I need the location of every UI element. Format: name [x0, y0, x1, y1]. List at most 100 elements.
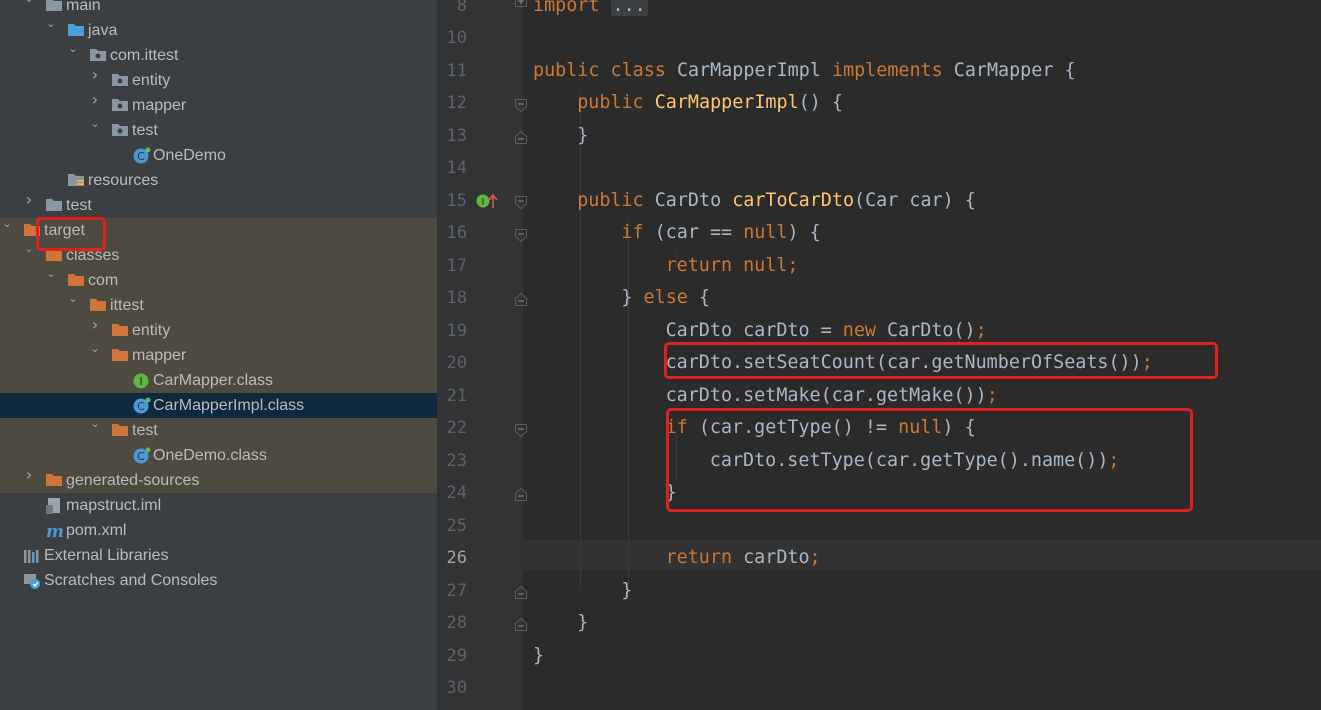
tree-item-label: test: [66, 197, 92, 214]
chevron-down-icon[interactable]: ⌄: [24, 243, 34, 255]
folder-gray-icon: [45, 197, 63, 214]
tree-item-label: pom.xml: [66, 522, 127, 539]
class-c-icon: C: [133, 397, 151, 414]
code-token: CarMapperImpl: [676, 60, 832, 81]
tree-item-entity[interactable]: › entity: [0, 67, 437, 93]
folder-orange-icon: [111, 347, 129, 364]
code-token: CarDto(): [887, 320, 976, 341]
line-number: 19: [446, 321, 467, 341]
maven-m-icon: m: [45, 522, 64, 542]
tree-item-label: External Libraries: [44, 547, 169, 564]
line-number: 26: [446, 548, 467, 568]
code-line[interactable]: import ...: [533, 0, 648, 17]
tree-item-java[interactable]: ⌄ java: [0, 18, 437, 43]
code-line[interactable]: } else {: [621, 287, 710, 309]
resources-icon: [67, 172, 85, 189]
chevron-down-icon[interactable]: ⌄: [68, 43, 78, 55]
chevron-right-icon[interactable]: ›: [90, 67, 100, 83]
code-token: public: [577, 92, 655, 113]
tree-item-resources[interactable]: resources: [0, 168, 437, 193]
implements-method-gutter-icon[interactable]: I: [475, 192, 499, 210]
code-line[interactable]: }: [577, 125, 588, 147]
svg-text:m: m: [46, 522, 63, 540]
tree-item-onedemo[interactable]: C OneDemo: [0, 143, 437, 168]
code-token: implements: [831, 60, 954, 81]
tree-item-generated-sources[interactable]: › generated-sources: [0, 467, 437, 493]
line-number: 8: [456, 0, 467, 16]
line-number: 23: [446, 451, 467, 471]
chevron-down-icon[interactable]: ⌄: [90, 418, 100, 430]
code-token: else: [643, 287, 699, 308]
chevron-down-icon[interactable]: ⌄: [46, 268, 56, 280]
code-line[interactable]: public CarMapperImpl() {: [577, 92, 843, 114]
chevron-right-icon[interactable]: ›: [24, 467, 34, 483]
interface-i-icon: I: [133, 372, 151, 389]
code-line[interactable]: CarDto carDto = new CarDto();: [666, 320, 987, 342]
tree-item-scratches-and-consoles[interactable]: Scratches and Consoles: [0, 568, 437, 593]
code-line[interactable]: }: [577, 612, 588, 634]
code-line[interactable]: return carDto;: [666, 547, 821, 569]
chevron-right-icon[interactable]: ›: [24, 192, 34, 208]
line-number: 12: [446, 93, 467, 113]
tree-item-label: resources: [88, 172, 159, 189]
tree-item-main[interactable]: ⌄ main: [0, 0, 437, 18]
line-number: 20: [446, 353, 467, 373]
class-c-icon: C: [133, 447, 151, 464]
tree-item-label: generated-sources: [66, 472, 200, 489]
chevron-right-icon[interactable]: ›: [90, 317, 100, 333]
folder-gray-icon: [45, 0, 63, 14]
code-token: (Car car) {: [854, 190, 976, 211]
tree-item-carmapperimpl-class[interactable]: C CarMapperImpl.class: [0, 393, 437, 418]
code-line[interactable]: public class CarMapperImpl implements Ca…: [533, 60, 1076, 82]
indent-guide: [628, 218, 629, 585]
line-number: 25: [446, 516, 467, 536]
code-token: }: [533, 645, 545, 666]
code-line[interactable]: return null;: [666, 255, 799, 277]
folded-imports-placeholder[interactable]: ...: [610, 0, 648, 16]
tree-item-carmapper-class[interactable]: I CarMapper.class: [0, 368, 437, 393]
code-token: CarMapperImpl: [654, 92, 799, 113]
chevron-down-icon[interactable]: ⌄: [46, 18, 56, 30]
tree-item-ittest[interactable]: ⌄ ittest: [0, 293, 437, 318]
tree-item-onedemo-class[interactable]: C OneDemo.class: [0, 443, 437, 468]
chevron-down-icon[interactable]: ⌄: [2, 218, 12, 230]
tree-item-label: OneDemo: [153, 147, 226, 164]
code-token: new: [842, 320, 888, 341]
chevron-down-icon[interactable]: ⌄: [90, 343, 100, 355]
chevron-right-icon[interactable]: ›: [90, 92, 100, 108]
line-number: 15: [446, 191, 467, 211]
tree-item-test[interactable]: ⌄ test: [0, 118, 437, 143]
project-tool-window: ⌄ main ⌄ java ⌄ com.ittest › entity › mapper ⌄ test…: [0, 0, 437, 710]
tree-item-mapstruct-iml[interactable]: mapstruct.iml: [0, 493, 437, 518]
folder-orange-icon: [89, 297, 107, 314]
tree-item-entity[interactable]: › entity: [0, 317, 437, 343]
tree-item-external-libraries[interactable]: External Libraries: [0, 543, 437, 568]
code-line[interactable]: carDto.setMake(car.getMake());: [666, 385, 998, 407]
line-number: 16: [446, 223, 467, 243]
svg-text:C: C: [137, 150, 145, 163]
chevron-down-icon[interactable]: ⌄: [24, 0, 34, 5]
chevron-down-icon[interactable]: ⌄: [68, 293, 78, 305]
code-token: null: [743, 222, 788, 243]
class-c-icon: C: [133, 147, 151, 164]
tree-item-label: java: [88, 22, 118, 39]
code-line[interactable]: public CarDto carToCarDto(Car car) {: [577, 190, 976, 212]
code-line[interactable]: }: [621, 580, 632, 602]
tree-item-com-ittest[interactable]: ⌄ com.ittest: [0, 43, 437, 68]
code-line[interactable]: }: [533, 645, 544, 667]
tree-item-test[interactable]: ⌄ test: [0, 418, 437, 443]
code-token: {: [698, 287, 710, 308]
tree-item-mapper[interactable]: ⌄ mapper: [0, 343, 437, 368]
tree-item-pom-xml[interactable]: m pom.xml: [0, 518, 437, 543]
line-number: 28: [446, 613, 467, 633]
tree-item-test[interactable]: › test: [0, 192, 437, 218]
package-icon: [89, 47, 107, 64]
line-number: 17: [446, 256, 467, 276]
code-token: carToCarDto: [732, 190, 855, 211]
code-line[interactable]: if (car == null) {: [621, 222, 820, 244]
folder-blue-icon: [67, 22, 85, 39]
chevron-down-icon[interactable]: ⌄: [90, 118, 100, 130]
tree-item-com[interactable]: ⌄ com: [0, 268, 437, 293]
tree-item-mapper[interactable]: › mapper: [0, 92, 437, 118]
tree-item-label: entity: [132, 322, 171, 339]
